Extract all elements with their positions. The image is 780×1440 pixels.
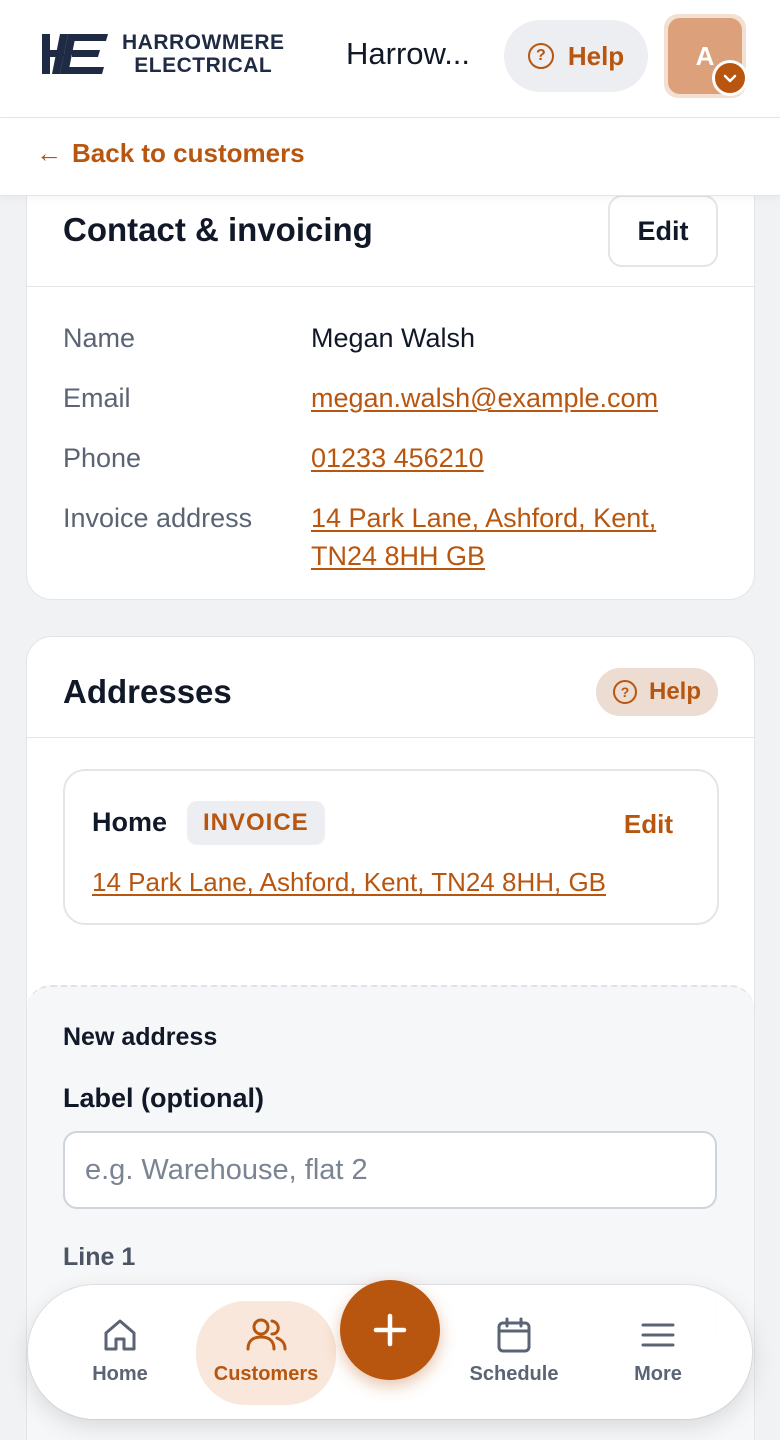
detail-label: Email — [63, 383, 131, 413]
logo-line-2: ELECTRICAL — [134, 54, 273, 77]
help-button[interactable]: ? Help — [504, 20, 648, 92]
edit-address-button[interactable]: Edit — [624, 809, 673, 840]
chevron-down-icon — [712, 60, 748, 96]
help-button-label: Help — [648, 678, 701, 705]
line1-field-label: Line 1 — [63, 1243, 136, 1271]
label-field-label: Label (optional) — [63, 1083, 264, 1113]
card-header: Addresses ? Help — [27, 637, 754, 738]
question-circle-icon: ? — [612, 680, 637, 704]
customer-name: Megan Walsh — [311, 323, 476, 353]
nav-item-more[interactable]: More — [588, 1301, 728, 1405]
back-to-customers-link[interactable]: ← Back to customers — [36, 138, 305, 169]
detail-label: Phone — [63, 443, 142, 473]
add-new-fab-button[interactable] — [340, 1280, 440, 1380]
back-link-label: Back to customers — [72, 138, 305, 168]
nav-label: Schedule — [469, 1363, 559, 1385]
detail-row-invoice-address: Invoice address 14 Park Lane, Ashford, K… — [63, 499, 723, 575]
addresses-card-title: Addresses — [63, 673, 232, 710]
new-address-title: New address — [63, 1023, 218, 1051]
help-button-label: Help — [567, 40, 625, 71]
nav-label: Customers — [213, 1363, 319, 1385]
arrow-left-icon: ← — [36, 138, 62, 168]
invoice-address-link[interactable]: 14 Park Lane, Ashford, Kent, TN24 8HH GB — [311, 503, 656, 571]
logo-text: HARROWMERE ELECTRICAL — [122, 31, 285, 77]
address-label: Home — [92, 807, 168, 837]
logo-mark-icon — [40, 30, 110, 78]
address-label-input[interactable] — [63, 1131, 717, 1209]
plus-icon — [373, 1313, 407, 1347]
nav-item-home[interactable]: Home — [50, 1301, 190, 1405]
home-icon — [104, 1319, 136, 1351]
address-link[interactable]: 14 Park Lane, Ashford, Kent, TN24 8HH, G… — [92, 867, 606, 898]
brand-logo[interactable]: HARROWMERE ELECTRICAL — [40, 30, 285, 78]
invoice-badge: INVOICE — [187, 801, 325, 845]
address-item: Home INVOICE Edit 14 Park Lane, Ashford,… — [63, 769, 719, 925]
contact-invoicing-card: Contact & invoicing Edit Name Megan Wals… — [26, 170, 755, 600]
contact-details: Name Megan Walsh Email megan.walsh@examp… — [63, 319, 723, 597]
nav-label: Home — [92, 1363, 148, 1385]
nav-label: More — [634, 1363, 682, 1385]
question-circle-icon: ? — [527, 43, 554, 69]
email-link[interactable]: megan.walsh@example.com — [311, 383, 658, 413]
back-bar: ← Back to customers — [0, 118, 780, 196]
detail-label: Name — [63, 323, 136, 353]
menu-icon — [641, 1323, 675, 1347]
detail-label: Invoice address — [63, 503, 253, 533]
detail-row-phone: Phone 01233 456210 — [63, 439, 723, 477]
detail-row-name: Name Megan Walsh — [63, 319, 723, 357]
app-title: Harrow... — [346, 36, 471, 71]
users-icon — [246, 1318, 287, 1351]
edit-contact-button[interactable]: Edit — [608, 195, 718, 267]
user-avatar-menu[interactable]: A — [664, 14, 748, 98]
nav-item-schedule[interactable]: Schedule — [444, 1301, 584, 1405]
addresses-help-button[interactable]: ? Help — [596, 668, 718, 716]
nav-item-customers[interactable]: Customers — [196, 1301, 336, 1405]
detail-row-email: Email megan.walsh@example.com — [63, 379, 723, 417]
top-bar: HARROWMERE ELECTRICAL Harrow... ? Help A — [0, 0, 780, 118]
calendar-icon — [497, 1317, 531, 1353]
phone-link[interactable]: 01233 456210 — [311, 443, 484, 473]
contact-card-title: Contact & invoicing — [63, 211, 373, 248]
logo-line-1: HARROWMERE — [122, 31, 285, 54]
